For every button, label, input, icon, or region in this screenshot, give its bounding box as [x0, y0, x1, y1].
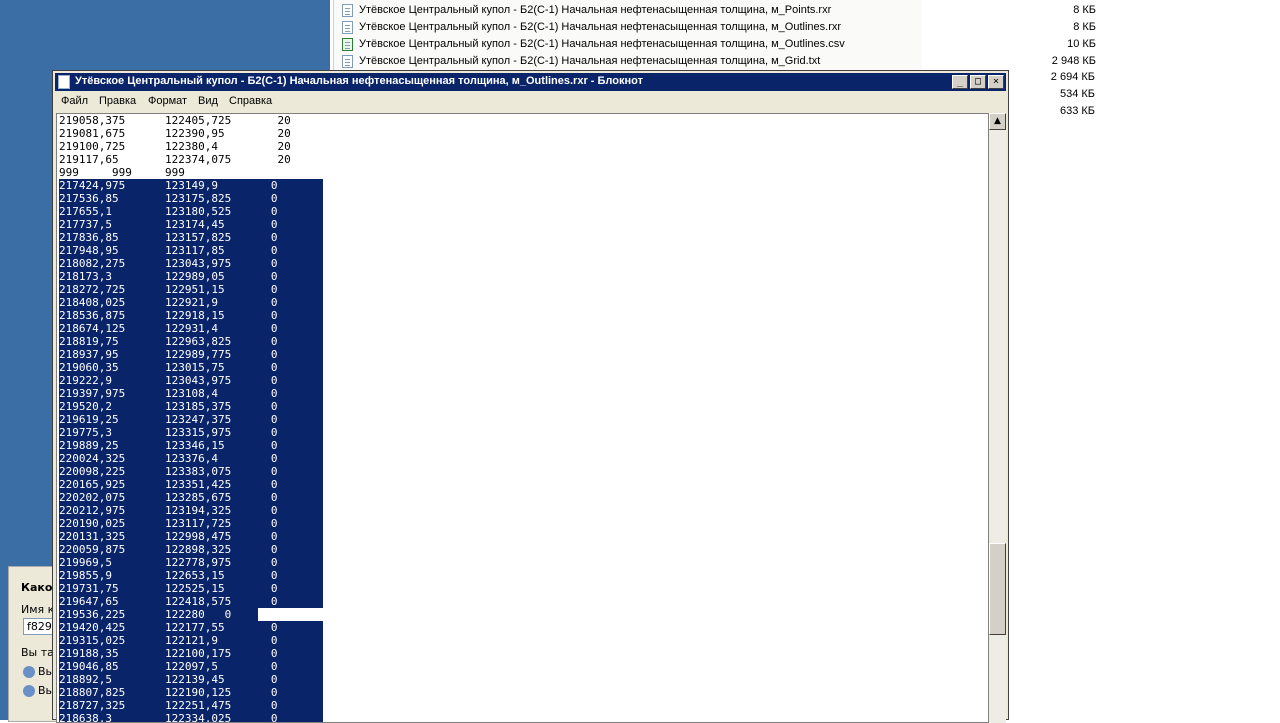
selected-text-line: 220212,975 123194,325 0: [59, 504, 323, 517]
scroll-up-button[interactable]: ▲: [989, 113, 1006, 130]
file-size: 534 КБ: [1059, 88, 1095, 100]
menu-bar: Файл Правка Формат Вид Справка: [55, 93, 1006, 111]
selected-text-line: 219315,025 122121,9 0: [59, 634, 323, 647]
selected-text-line: 220131,325 122998,475 0: [59, 530, 323, 543]
selected-text-line: 219731,75 122525,15 0: [59, 582, 323, 595]
maximize-button[interactable]: □: [970, 75, 986, 89]
file-size: 2 694 КБ: [1050, 71, 1095, 83]
selected-text-line: 218408,025 122921,9 0: [59, 296, 323, 309]
selected-text-line: 220165,925 123351,425 0: [59, 478, 323, 491]
text-editor[interactable]: 219058,375 122405,725 20 219081,675 12239…: [56, 113, 989, 723]
selected-text-line: 219188,35 122100,175 0: [59, 647, 323, 660]
selected-text-line: 219046,85 122097,5 0: [59, 660, 323, 673]
dialog-name-label: Имя к: [21, 603, 55, 616]
selected-text-line: 217424,975 123149,9 0: [59, 179, 323, 192]
file-size: 633 КБ: [1059, 105, 1095, 117]
selected-text-line: 218892,5 122139,45 0: [59, 673, 323, 686]
csv-file-icon: [342, 38, 353, 51]
selected-text-line: 220190,025 123117,725 0: [59, 517, 323, 530]
file-name: Утёвское Центральный купол - Б2(С-1) Нач…: [359, 21, 842, 33]
selected-text-line: 219619,25 123247,375 0: [59, 413, 323, 426]
background-dialog: Како Имя к f829 Вы та Вы Вы: [8, 566, 63, 722]
menu-view[interactable]: Вид: [198, 95, 218, 107]
selected-text-line: 218807,825 122190,125 0: [59, 686, 323, 699]
notepad-titlebar[interactable]: Утёвское Центральный купол - Б2(С-1) Нач…: [55, 73, 1006, 91]
menu-help[interactable]: Справка: [229, 95, 272, 107]
selected-text-line: 217948,95 123117,85 0: [59, 244, 323, 257]
selected-text-line: 218674,125 122931,4 0: [59, 322, 323, 335]
selected-text-line: 218536,875 122918,15 0: [59, 309, 323, 322]
notepad-window: Утёвское Центральный купол - Б2(С-1) Нач…: [52, 70, 1009, 723]
selected-text-line: 218819,75 122963,825 0: [59, 335, 323, 348]
text-file-icon: [342, 4, 353, 17]
file-size: 8 КБ: [1073, 4, 1096, 16]
selected-text-line: 219889,25 123346,15 0: [59, 439, 323, 452]
selected-text-line: 220024,325 123376,4 0: [59, 452, 323, 465]
selected-text-line: 219397,975 123108,4 0: [59, 387, 323, 400]
file-name: Утёвское Центральный купол - Б2(С-1) Нач…: [359, 38, 845, 50]
selected-text-line: 219060,35 123015,75 0: [59, 361, 323, 374]
notepad-icon[interactable]: [58, 75, 70, 89]
file-row[interactable]: Утёвское Центральный купол - Б2(С-1) Нач…: [334, 53, 1234, 70]
selected-text-line: 218082,275 123043,975 0: [59, 257, 323, 270]
selected-text-line: 218937,95 122989,775 0: [59, 348, 323, 361]
text-file-icon: [342, 55, 353, 68]
selected-text-line: 217737,5 123174,45 0: [59, 218, 323, 231]
selected-text-line: 219775,3 123315,975 0: [59, 426, 323, 439]
dialog-option-1[interactable]: Вы: [23, 665, 54, 678]
selected-text-line: 220059,875 122898,325 0: [59, 543, 323, 556]
selected-text-line: 217536,85 123175,825 0: [59, 192, 323, 205]
selected-text-line: 220098,225 123383,075 0: [59, 465, 323, 478]
selected-text-line: 218727,325 122251,475 0: [59, 699, 323, 712]
file-size: 10 КБ: [1067, 38, 1096, 50]
file-size: 8 КБ: [1073, 21, 1096, 33]
close-button[interactable]: ×: [988, 75, 1004, 89]
selected-text-line: 219969,5 122778,975 0: [59, 556, 323, 569]
file-name: Утёвское Центральный купол - Б2(С-1) Нач…: [359, 4, 832, 16]
dialog-option-2[interactable]: Вы: [23, 684, 54, 697]
selected-text-line: 218173,3 122989,05 0: [59, 270, 323, 283]
menu-format[interactable]: Формат: [148, 95, 187, 107]
minimize-button[interactable]: _: [952, 75, 968, 89]
text-line: 219117,65 122374,075 20: [59, 153, 291, 166]
vertical-scrollbar[interactable]: ▲: [989, 113, 1006, 723]
text-line: 999 999 999: [59, 166, 185, 179]
text-file-icon: [342, 21, 353, 34]
selected-text-line: 220202,075 123285,675 0: [59, 491, 323, 504]
selected-text-line: 219420,425 122177,55 0: [59, 621, 323, 634]
dialog-title: Како: [21, 581, 53, 594]
text-line: 219058,375 122405,725 20: [59, 114, 291, 127]
file-name: Утёвское Центральный купол - Б2(С-1) Нач…: [359, 55, 821, 67]
menu-edit[interactable]: Правка: [99, 95, 136, 107]
selected-text-line: 217836,85 123157,825 0: [59, 231, 323, 244]
selected-text-line: 219222,9 123043,975 0: [59, 374, 323, 387]
selected-text-line: 218638,3 122334,025 0: [59, 712, 323, 722]
menu-file[interactable]: Файл: [61, 95, 88, 107]
selected-text-line: 219520,2 123185,375 0: [59, 400, 323, 413]
text-line: 219081,675 122390,95 20: [59, 127, 291, 140]
window-title: Утёвское Центральный купол - Б2(С-1) Нач…: [75, 75, 643, 87]
selected-text-line: 217655,1 123180,525 0: [59, 205, 323, 218]
selected-text-line: 219647,65 122418,575 0: [59, 595, 323, 608]
selected-text-line: 219855,9 122653,15 0: [59, 569, 323, 582]
selected-text-line: 218272,725 122951,15 0: [59, 283, 323, 296]
file-row[interactable]: Утёвское Центральный купол - Б2(С-1) Нач…: [334, 36, 1234, 53]
file-row[interactable]: Утёвское Центральный купол - Б2(С-1) Нач…: [334, 2, 1234, 19]
computer-icon: [23, 685, 35, 697]
text-line: 219100,725 122380,4 20: [59, 140, 291, 153]
dialog-text: Вы та: [21, 646, 54, 659]
scroll-thumb[interactable]: [989, 543, 1006, 635]
selected-text-line: 219536,225 122280 0: [59, 608, 323, 621]
file-row[interactable]: Утёвское Центральный купол - Б2(С-1) Нач…: [334, 19, 1234, 36]
file-size: 2 948 КБ: [1051, 55, 1096, 67]
globe-icon: [23, 666, 35, 678]
